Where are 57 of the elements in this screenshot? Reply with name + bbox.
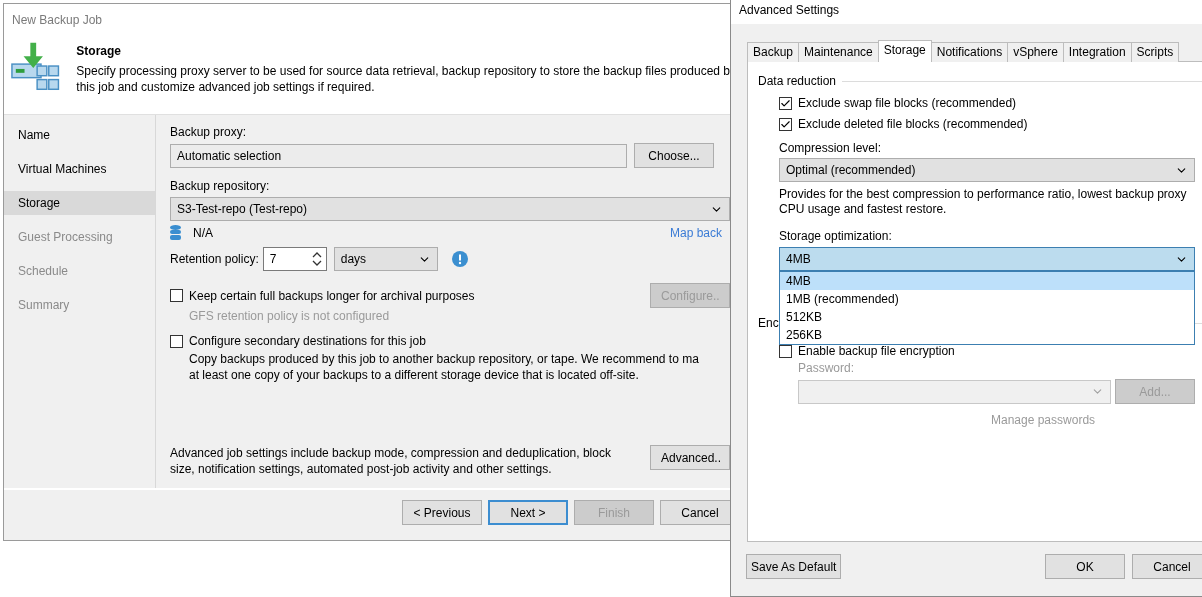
repository-dropdown[interactable]: S3-Test-repo (Test-repo) bbox=[170, 197, 730, 221]
group-label: Enc bbox=[758, 316, 779, 330]
checkbox[interactable] bbox=[779, 117, 792, 131]
field-label: Storage optimization: bbox=[779, 229, 893, 243]
step-description: this job and customize advanced job settings if required. bbox=[76, 79, 376, 95]
field-label: Compression level: bbox=[779, 141, 883, 155]
tab[interactable]: Storage bbox=[877, 40, 932, 62]
proxy-field[interactable]: Automatic selection bbox=[170, 143, 627, 168]
choose-button[interactable]: Choose... bbox=[634, 143, 714, 168]
unit-dropdown[interactable]: days bbox=[333, 247, 438, 271]
checkbox-label: Exclude swap file blocks (recommended) bbox=[798, 96, 1017, 110]
group-label: Data reduction bbox=[758, 74, 837, 88]
step-item[interactable]: Virtual Machines bbox=[4, 157, 155, 181]
ok-button[interactable]: OK bbox=[1045, 554, 1125, 579]
tab[interactable]: Maintenance bbox=[798, 42, 879, 62]
window-title: New Backup Job bbox=[4, 4, 730, 36]
footer-button[interactable]: Next > bbox=[488, 500, 568, 525]
storage-optimization-dropdown[interactable]: 4MB bbox=[779, 247, 1195, 271]
footer-button[interactable]: Cancel bbox=[660, 500, 730, 525]
checkbox-label: Exclude deleted file blocks (recommended) bbox=[798, 117, 1028, 131]
tab[interactable]: Integration bbox=[1062, 42, 1132, 62]
retention-spinner[interactable]: 7 bbox=[262, 247, 327, 271]
compression-dropdown[interactable]: Optimal (recommended) bbox=[779, 158, 1195, 182]
field-label: Backup repository: bbox=[170, 179, 271, 193]
checkbox-label: Configure secondary destinations for this job bbox=[189, 334, 426, 348]
checkbox[interactable] bbox=[170, 289, 183, 302]
cancel-button[interactable]: Cancel bbox=[1132, 554, 1202, 579]
tab[interactable]: Notifications bbox=[930, 42, 1009, 62]
field-label: Backup proxy: bbox=[170, 125, 248, 139]
step-item[interactable]: Storage bbox=[4, 191, 155, 215]
free-space-text: N/A bbox=[193, 226, 213, 240]
advanced-description: Advanced job settings include backup mode, compression and deduplication, block size, notification settings, automated post-job activity and other settings. bbox=[170, 445, 612, 477]
footer-button[interactable]: < Previous bbox=[402, 500, 482, 525]
dropdown-option[interactable]: 4MB bbox=[780, 272, 1194, 290]
map-backup-link[interactable]: Map back bbox=[669, 226, 722, 240]
secondary-description: Copy backups produced by this job to another backup repository, or tape. We recommend to ma bbox=[189, 351, 700, 367]
tab[interactable]: Backup bbox=[747, 42, 800, 62]
secondary-description: at least one copy of your backups to a different storage device that is located off-site. bbox=[189, 367, 640, 383]
field-label: Password: bbox=[798, 361, 856, 375]
step-item[interactable]: Name bbox=[4, 123, 155, 147]
database-icon bbox=[170, 225, 181, 241]
spin-arrows-icon bbox=[311, 251, 322, 267]
step-description: Specify processing proxy server to be used for source data retrieval, backup repository to store the backup files produced b bbox=[76, 63, 730, 79]
checkbox-label: Keep certain full backups longer for archival purposes bbox=[189, 288, 475, 303]
window-title: Advanced Settings bbox=[731, 0, 1202, 24]
checkbox-label: Enable backup file encryption bbox=[798, 344, 955, 358]
step-title: Storage bbox=[76, 44, 122, 58]
checkbox[interactable] bbox=[779, 96, 792, 110]
save-default-button[interactable]: Save As Default bbox=[746, 554, 842, 579]
checkbox[interactable] bbox=[170, 334, 183, 348]
info-icon bbox=[451, 251, 468, 267]
gfs-status-text: GFS retention policy is not configured bbox=[188, 308, 391, 324]
field-label: Retention policy: bbox=[170, 252, 259, 266]
compression-hint: Provides for the best compression to performance ratio, lowest backup proxy CPU usage and fastest restore. bbox=[779, 187, 1188, 217]
advanced-button[interactable]: Advanced.. bbox=[650, 445, 730, 470]
tab[interactable]: Scripts bbox=[1130, 42, 1180, 62]
tab[interactable]: vSphere bbox=[1007, 42, 1064, 62]
